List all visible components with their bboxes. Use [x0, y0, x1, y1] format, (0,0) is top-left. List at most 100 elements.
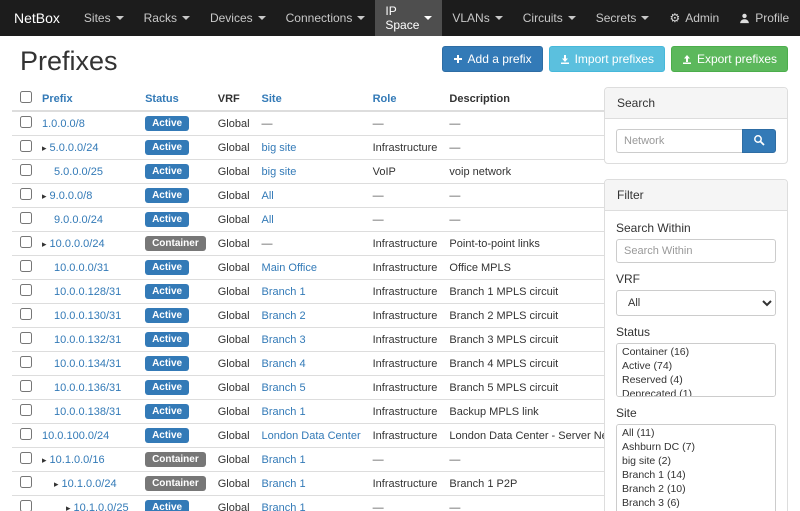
prefix-link[interactable]: 10.0.0.128/31 [54, 286, 121, 298]
select-all-checkbox[interactable] [20, 91, 32, 103]
column-sort-link-prefix[interactable]: Prefix [42, 93, 73, 105]
prefix-link[interactable]: 10.0.0.136/31 [54, 382, 121, 394]
search-icon [753, 134, 765, 149]
expand-arrow-icon[interactable]: ▸ [66, 503, 71, 511]
site-link[interactable]: Branch 1 [262, 502, 306, 511]
app-logo[interactable]: NetBox [0, 0, 74, 36]
nav-item-connections[interactable]: Connections [276, 0, 376, 36]
prefix-link[interactable]: 10.1.0.0/25 [74, 502, 129, 511]
expand-arrow-icon[interactable]: ▸ [42, 143, 47, 153]
row-checkbox[interactable] [20, 380, 32, 392]
row-checkbox[interactable] [20, 404, 32, 416]
row-checkbox[interactable] [20, 236, 32, 248]
page-actions: Add a prefixImport prefixes Export prefix… [442, 46, 788, 72]
site-link[interactable]: Branch 1 [262, 286, 306, 298]
prefix-link[interactable]: 10.0.100.0/24 [42, 430, 109, 442]
column-sort-link-status[interactable]: Status [145, 93, 179, 105]
prefix-link[interactable]: 10.0.0.130/31 [54, 310, 121, 322]
nav-item-label: Admin [685, 11, 719, 25]
column-sort-link-role[interactable]: Role [373, 93, 397, 105]
site-link[interactable]: Main Office [262, 262, 317, 274]
nav-item-profile[interactable]: Profile [729, 0, 799, 36]
nav-item-racks[interactable]: Racks [134, 0, 200, 36]
page-header: Prefixes Add a prefixImport prefixesExpo… [12, 36, 788, 87]
expand-arrow-icon[interactable]: ▸ [42, 455, 47, 465]
prefix-link[interactable]: 10.0.0.132/31 [54, 334, 121, 346]
site-cell: Branch 2 [256, 304, 367, 328]
row-checkbox[interactable] [20, 260, 32, 272]
site-link[interactable]: Branch 2 [262, 310, 306, 322]
row-checkbox[interactable] [20, 500, 32, 511]
row-checkbox[interactable] [20, 428, 32, 440]
vrf-cell: Global [212, 400, 256, 424]
site-link[interactable]: All [262, 214, 274, 226]
site-cell: Branch 5 [256, 376, 367, 400]
row-checkbox[interactable] [20, 116, 32, 128]
row-checkbox[interactable] [20, 452, 32, 464]
user-icon [739, 13, 750, 24]
row-checkbox[interactable] [20, 188, 32, 200]
prefix-link[interactable]: 10.1.0.0/16 [50, 454, 105, 466]
vrf-cell: Global [212, 376, 256, 400]
prefix-link[interactable]: 10.0.0.134/31 [54, 358, 121, 370]
prefix-link[interactable]: 10.1.0.0/24 [62, 478, 117, 490]
row-checkbox[interactable] [20, 140, 32, 152]
vrf-cell: Global [212, 232, 256, 256]
expand-arrow-icon[interactable]: ▸ [42, 239, 47, 249]
prefix-link[interactable]: 10.0.0.0/24 [50, 238, 105, 250]
row-checkbox[interactable] [20, 212, 32, 224]
vrf-cell: Global [212, 352, 256, 376]
row-checkbox[interactable] [20, 332, 32, 344]
site-link[interactable]: Branch 1 [262, 454, 306, 466]
prefix-link[interactable]: 9.0.0.0/24 [54, 214, 103, 226]
site-cell: Branch 1 [256, 472, 367, 496]
page-content: Prefixes Add a prefixImport prefixesExpo… [0, 36, 800, 511]
row-checkbox[interactable] [20, 476, 32, 488]
row-checkbox[interactable] [20, 164, 32, 176]
site-link[interactable]: Branch 1 [262, 406, 306, 418]
search-input[interactable] [616, 129, 742, 153]
add-a-prefix-button[interactable]: Add a prefix [442, 46, 543, 72]
site-link[interactable]: All [262, 190, 274, 202]
import-prefixes-button[interactable]: Import prefixes [549, 46, 665, 72]
site-link[interactable]: London Data Center [262, 430, 361, 442]
prefix-cell: ▸10.1.0.0/16 [36, 448, 139, 472]
site-filter-list[interactable]: All (11)Ashburn DC (7)big site (2)Branch… [616, 424, 776, 511]
expand-arrow-icon[interactable]: ▸ [42, 191, 47, 201]
site-cell: London Data Center [256, 424, 367, 448]
vrf-cell: Global [212, 280, 256, 304]
nav-item-vlans[interactable]: VLANs [442, 0, 512, 36]
site-link[interactable]: big site [262, 166, 297, 178]
prefix-link[interactable]: 10.0.0.138/31 [54, 406, 121, 418]
nav-item-secrets[interactable]: Secrets [586, 0, 660, 36]
row-checkbox[interactable] [20, 284, 32, 296]
button-label: Export prefixes [697, 52, 777, 66]
nav-item-devices[interactable]: Devices [200, 0, 276, 36]
row-checkbox[interactable] [20, 308, 32, 320]
prefix-link[interactable]: 5.0.0.0/24 [50, 142, 99, 154]
site-cell: All [256, 184, 367, 208]
search-within-input[interactable] [616, 239, 776, 263]
site-link[interactable]: big site [262, 142, 297, 154]
prefix-link[interactable]: 5.0.0.0/25 [54, 166, 103, 178]
search-button[interactable] [742, 129, 776, 153]
nav-item-ip-space[interactable]: IP Space [375, 0, 442, 36]
export-prefixes-button[interactable]: Export prefixes [671, 46, 788, 72]
site-link[interactable]: Branch 4 [262, 358, 306, 370]
prefix-link[interactable]: 9.0.0.0/8 [50, 190, 93, 202]
vrf-select[interactable]: All [616, 290, 776, 316]
site-link[interactable]: Branch 1 [262, 478, 306, 490]
prefix-link[interactable]: 1.0.0.0/8 [42, 118, 85, 130]
prefix-link[interactable]: 10.0.0.0/31 [54, 262, 109, 274]
nav-item-sites[interactable]: Sites [74, 0, 134, 36]
nav-item-circuits[interactable]: Circuits [513, 0, 586, 36]
status-filter-list[interactable]: Container (16)Active (74)Reserved (4)Dep… [616, 343, 776, 397]
site-link[interactable]: Branch 3 [262, 334, 306, 346]
column-sort-link-site[interactable]: Site [262, 93, 282, 105]
site-link[interactable]: Branch 5 [262, 382, 306, 394]
expand-arrow-icon[interactable]: ▸ [54, 479, 59, 489]
status-cell: Active [139, 376, 212, 400]
prefix-cell: 10.0.0.0/31 [36, 256, 139, 280]
row-checkbox[interactable] [20, 356, 32, 368]
nav-item-admin[interactable]: ⚙Admin [659, 0, 729, 36]
